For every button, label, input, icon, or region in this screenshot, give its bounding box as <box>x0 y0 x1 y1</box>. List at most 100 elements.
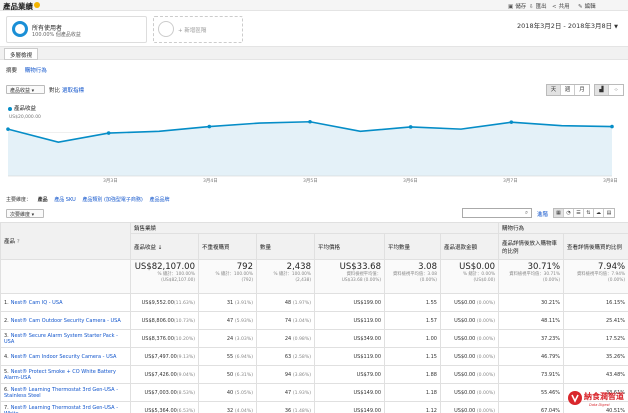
dimension-sku[interactable]: 產品 SKU <box>54 197 76 203</box>
term-cloud-icon[interactable]: ☁ <box>594 209 604 217</box>
month-button[interactable]: 月 <box>575 85 589 95</box>
product-cell: 4. Nest® Cam Indoor Security Camera - USA <box>0 347 131 366</box>
cart-rate-cell: 48.11% <box>498 311 565 330</box>
unique-purchases-cell: 40 (5.05%) <box>198 383 257 402</box>
product-link[interactable]: Nest® Learning Thermostat 3rd Gen-USA - … <box>4 387 118 399</box>
view-tab-bar: 多層檢視 <box>0 46 628 60</box>
unique-purchases-value: 55 <box>226 353 234 360</box>
header-unique-purchases[interactable]: 不重複購買 <box>198 233 257 260</box>
pivot-view-icon[interactable]: ▤ <box>604 209 614 217</box>
refund-value: US$0.00 <box>454 389 476 396</box>
date-range-picker[interactable]: 2018年3月2日 - 2018年3月8日 ▼ <box>517 20 618 30</box>
table-row[interactable]: 5. Nest® Protect Smoke + CO White Battery… <box>0 365 628 384</box>
header-quantity[interactable]: 數量 <box>256 233 315 260</box>
header-cart-rate[interactable]: 產品詳情後放入購物車的比例 <box>498 233 565 260</box>
product-link[interactable]: Nest® Cam IQ - USA <box>11 300 63 306</box>
data-point[interactable] <box>408 125 413 129</box>
edit-button[interactable]: ✎ 編輯 <box>578 2 596 10</box>
export-button[interactable]: ⇩ 匯出 <box>529 2 547 10</box>
line-chart-icon[interactable]: ▟ <box>595 85 609 95</box>
segment-card[interactable]: 所有使用者 100.00% 個產品收益 <box>6 16 147 43</box>
share-button[interactable]: < 共用 <box>552 2 570 10</box>
header-revenue[interactable]: 產品收益 ↓ <box>130 233 199 260</box>
header-avg-qty[interactable]: 平均數量 <box>384 233 441 260</box>
select-metric-link[interactable]: 選取指標 <box>62 86 84 94</box>
quantity-percent: (3.86%) <box>292 372 311 378</box>
total-value: US$33.68 <box>339 262 381 272</box>
data-view-icon[interactable]: ▦ <box>554 209 564 217</box>
table-row[interactable]: 2. Nest® Cam Outdoor Security Camera - US… <box>0 311 628 330</box>
table-row[interactable]: 7. Nest® Learning Thermostat 3rd Gen-USA … <box>0 401 628 413</box>
week-button[interactable]: 週 <box>561 85 575 95</box>
unique-purchases-percent: (6.31%) <box>234 372 253 378</box>
group-shopping: 購物行為 <box>498 222 628 234</box>
cart-rate-cell: 55.46% <box>498 383 565 402</box>
series-area <box>8 121 612 176</box>
table-row[interactable]: 1. Nest® Cam IQ - USA US$9,552.00(11.63%) 3… <box>0 293 628 312</box>
revenue-value: US$8,376.00 <box>141 335 174 342</box>
metric-select[interactable]: 產品收益 ▾ <box>6 85 45 94</box>
subtab-shopping[interactable]: 購物行為 <box>25 68 47 74</box>
search-icon[interactable]: ⌕ <box>525 210 528 217</box>
avg-price-cell: US$119.00 <box>314 311 385 330</box>
unique-purchases-cell: 55 (6.94%) <box>198 347 257 366</box>
cart-rate-cell: 37.23% <box>498 329 565 348</box>
data-point[interactable] <box>308 119 312 124</box>
refund-percent: (0.00%) <box>476 372 496 378</box>
header-product[interactable]: 產品 ? <box>0 222 131 260</box>
product-table: 產品 ? 銷售業績 購物行為 產品收益 ↓ 不重複購買 數量 平均價格 平均數量… <box>0 222 628 413</box>
avg-price-cell: US$79.00 <box>314 365 385 384</box>
data-point[interactable] <box>207 124 212 129</box>
total-value: 30.71% <box>527 262 561 272</box>
performance-view-icon[interactable]: ☰ <box>574 209 584 217</box>
product-link[interactable]: Nest® Cam Indoor Security Camera - USA <box>11 354 117 360</box>
dimension-product[interactable]: 產品 <box>38 197 48 203</box>
dimension-category[interactable]: 產品類別 (加強型電子商務) <box>82 197 143 203</box>
refund-cell: US$0.00 (0.00%) <box>439 401 500 413</box>
add-segment-button[interactable]: + 新增區隔 <box>153 16 243 43</box>
data-point[interactable] <box>610 124 614 129</box>
header-buy-rate[interactable]: 查看詳情後購買的比例 <box>563 233 628 260</box>
product-link[interactable]: Nest® Secure Alarm System Starter Pack -… <box>4 333 118 345</box>
table-search-input[interactable] <box>462 208 532 218</box>
avg-qty-cell: 1.57 <box>384 311 441 330</box>
row-number: 1. <box>4 299 9 306</box>
avg-qty-cell: 1.88 <box>384 365 441 384</box>
header-avg-price[interactable]: 平均價格 <box>314 233 385 260</box>
comparison-view-icon[interactable]: ⇅ <box>584 209 594 217</box>
table-row[interactable]: 4. Nest® Cam Indoor Security Camera - USA… <box>0 347 628 366</box>
product-cell: 5. Nest® Protect Smoke + CO White Battery… <box>0 365 131 384</box>
header-refund[interactable]: 產品退款金額 <box>439 233 500 260</box>
quantity-cell: 48 (1.97%) <box>256 293 315 312</box>
data-point[interactable] <box>106 131 111 135</box>
refund-percent: (0.00%) <box>476 408 496 413</box>
refund-percent: (0.00%) <box>476 390 496 396</box>
quantity-percent: (3.04%) <box>292 318 311 324</box>
segment-ring-icon <box>12 21 28 37</box>
motion-chart-icon[interactable]: ⁘ <box>609 85 623 95</box>
unique-purchases-percent: (5.93%) <box>234 318 253 324</box>
tab-explorer[interactable]: 多層檢視 <box>4 48 39 60</box>
data-point[interactable] <box>6 127 10 131</box>
data-point[interactable] <box>509 120 514 124</box>
avg-qty-cell: 1.12 <box>384 401 441 413</box>
product-link[interactable]: Nest® Cam Outdoor Security Camera - USA <box>11 318 121 324</box>
save-button[interactable]: ▣ 儲存 <box>508 2 526 10</box>
group-sales: 銷售業績 <box>129 222 500 234</box>
secondary-dimension-select[interactable]: 次要維度 ▾ <box>6 209 44 218</box>
product-link[interactable]: Nest® Learning Thermostat 3rd Gen-USA - … <box>4 405 118 413</box>
total-cell: 3.08 資料檢視平均值：3.08 (0.00%) <box>384 259 441 294</box>
table-row[interactable]: 3. Nest® Secure Alarm System Starter Pack… <box>0 329 628 348</box>
percent-view-icon[interactable]: ◔ <box>564 209 574 217</box>
dimension-brand[interactable]: 產品品牌 <box>149 197 169 203</box>
advanced-filter-link[interactable]: 進階 <box>537 210 548 218</box>
subtab-summary[interactable]: 摘要 <box>6 68 17 74</box>
x-tick-label: 3月7日 <box>503 179 518 184</box>
revenue-percent: (10.20%) <box>173 336 195 342</box>
table-view-icons: ▦ ◔ ☰ ⇅ ☁ ▤ <box>553 208 615 218</box>
day-button[interactable]: 天 <box>547 85 561 95</box>
product-link[interactable]: Nest® Protect Smoke + CO White Battery A… <box>4 369 116 381</box>
table-row[interactable]: 6. Nest® Learning Thermostat 3rd Gen-USA … <box>0 383 628 402</box>
date-range-text: 2018年3月2日 - 2018年3月8日 <box>517 22 613 30</box>
total-value: US$0.00 <box>459 262 496 272</box>
